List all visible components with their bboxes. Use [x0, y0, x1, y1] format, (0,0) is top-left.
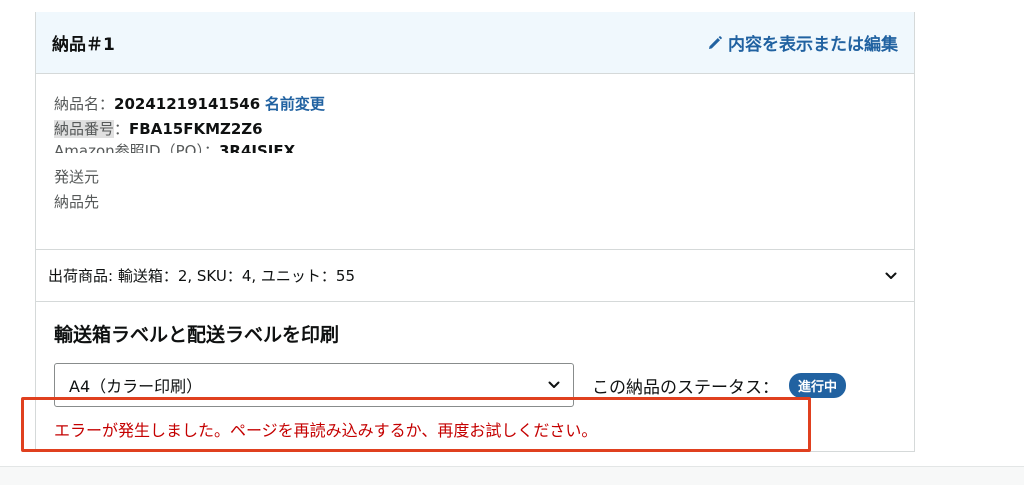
print-controls: A4（カラー印刷） この納品のステータス： 進行中	[54, 363, 914, 407]
view-edit-link[interactable]: 内容を表示または編集	[708, 30, 898, 55]
shipment-status-label: この納品のステータス：	[592, 377, 779, 398]
shipment-number-value: FBA15FKMZ2Z6	[129, 119, 263, 138]
view-edit-label: 内容を表示または編集	[728, 35, 898, 55]
shipment-number-label: 納品番号	[54, 119, 115, 138]
shipment-header: 納品＃1 内容を表示または編集	[36, 12, 914, 74]
rename-link[interactable]: 名前変更	[265, 95, 325, 113]
pencil-icon	[709, 35, 722, 49]
shipment-contents-summary: 出荷商品: 輸送箱：2, SKU：4, ユニット：55	[48, 267, 356, 285]
shipment-number-sep: ：	[114, 119, 130, 138]
paper-type-select[interactable]: A4（カラー印刷）	[54, 363, 574, 407]
shipment-name-row: 納品名：20241219141546 名前変更	[54, 92, 914, 117]
shipment-card: 納品＃1 内容を表示または編集 納品名：20241219141546 名前変更 …	[35, 12, 915, 452]
paper-type-value: A4（カラー印刷）	[69, 377, 203, 396]
chevron-down-icon	[548, 381, 560, 388]
shipment-name-value: 20241219141546	[114, 95, 261, 113]
error-message: エラーが発生しました。ページを再読み込みするか、再度お試しください。	[54, 421, 598, 440]
chevron-down-icon	[885, 272, 897, 279]
shipment-contents-toggle[interactable]: 出荷商品: 輸送箱：2, SKU：4, ユニット：55	[36, 250, 914, 302]
shipment-title: 納品＃1	[52, 35, 115, 55]
ship-from-label: 発送元	[54, 168, 100, 186]
status-badge: 進行中	[789, 372, 847, 398]
shipment-details: 納品名：20241219141546 名前変更 納品番号：FBA15FKMZ2Z…	[36, 74, 914, 250]
print-labels-section: 輸送箱ラベルと配送ラベルを印刷 A4（カラー印刷） この納品のステータス： 進行…	[36, 302, 914, 441]
shipment-name-label: 納品名：	[54, 95, 115, 113]
amazon-ref-value: 3R4JSIFX	[218, 142, 296, 153]
shipment-number-row: 納品番号：FBA15FKMZ2Z6	[54, 117, 914, 142]
amazon-ref-label: Amazon参照ID（PO）：	[54, 142, 219, 153]
print-labels-title: 輸送箱ラベルと配送ラベルを印刷	[54, 324, 340, 346]
ship-from-row: 発送元	[54, 165, 914, 190]
page-bottom-strip	[0, 466, 1024, 485]
amazon-ref-row: Amazon参照ID（PO）：3R4JSIFX	[54, 141, 914, 153]
ship-to-label: 納品先	[54, 192, 100, 211]
ship-to-row: 納品先	[54, 190, 914, 215]
